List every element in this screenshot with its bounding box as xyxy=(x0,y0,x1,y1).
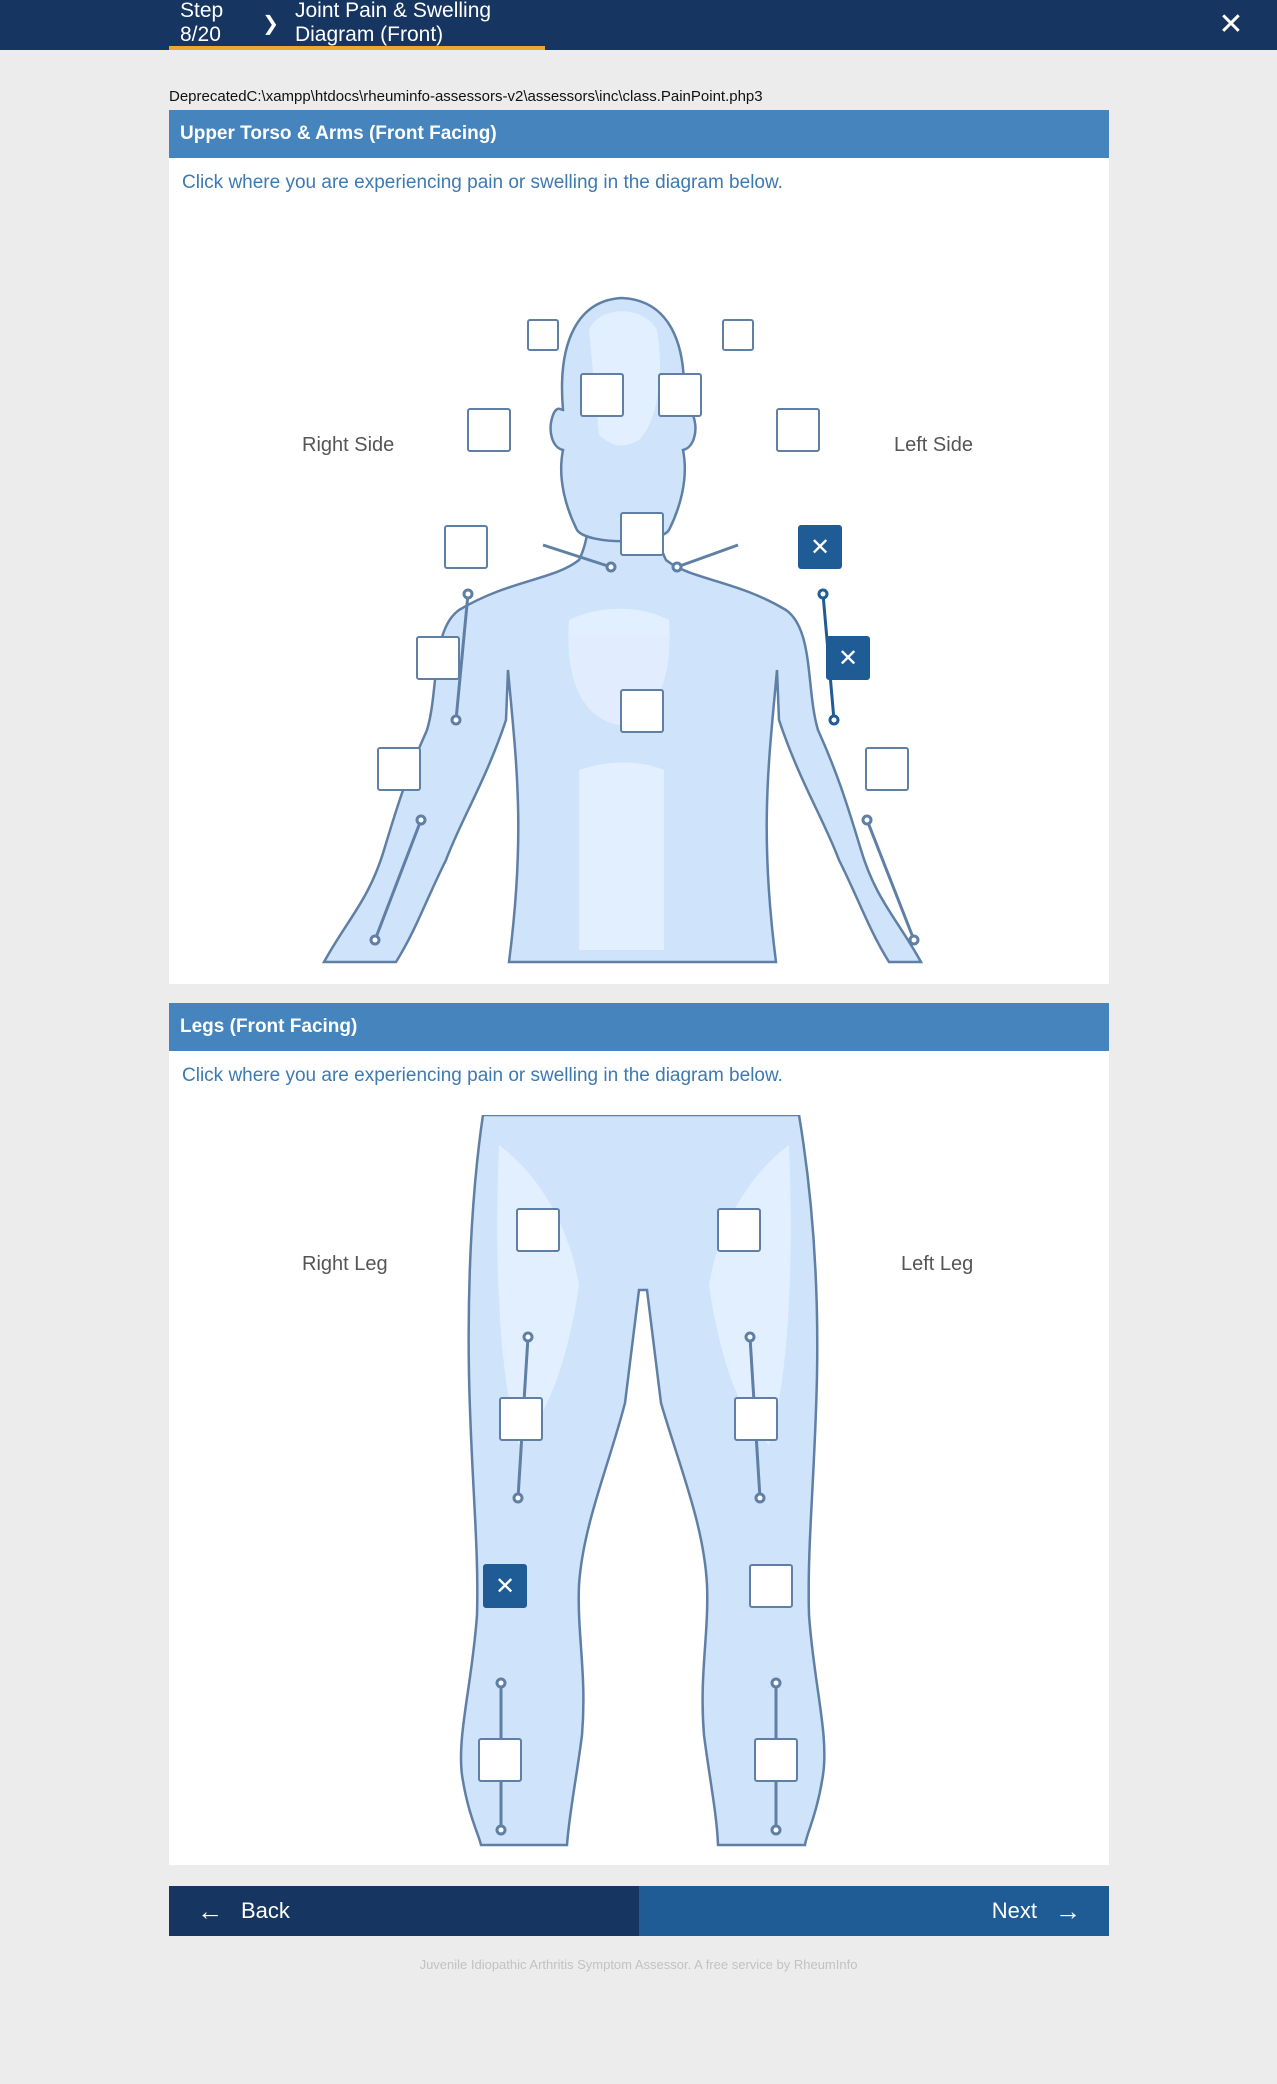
pain-point-right-shoulder[interactable] xyxy=(467,408,511,452)
legs-panel-title: Legs (Front Facing) xyxy=(169,1003,1109,1051)
next-label: Next xyxy=(991,1898,1037,1923)
upper-torso-panel: Upper Torso & Arms (Front Facing) Click … xyxy=(169,110,1109,984)
pain-point-sternum[interactable] xyxy=(620,512,664,556)
pain-point-left-elbow[interactable]: ✕ xyxy=(826,636,870,680)
upper-instruction: Click where you are experiencing pain or… xyxy=(182,172,783,193)
pain-point-right-hip[interactable] xyxy=(516,1208,560,1252)
pain-point-left-upper-arm[interactable]: ✕ xyxy=(798,525,842,569)
back-label: Back xyxy=(241,1898,290,1923)
deprecated-notice: DeprecatedC:\xampp\htdocs\rheuminfo-asse… xyxy=(169,88,763,105)
legs-diagram: Right Leg Left Leg ✕ xyxy=(169,1115,1109,1865)
pain-point-right-thigh[interactable] xyxy=(499,1397,543,1441)
pain-point-right-elbow[interactable] xyxy=(416,636,460,680)
pain-point-left-knee[interactable] xyxy=(749,1564,793,1608)
arrow-right-icon: → xyxy=(1055,1895,1081,1926)
pain-point-left-forearm[interactable] xyxy=(865,747,909,791)
pain-point-left-shoulder[interactable] xyxy=(776,408,820,452)
page-title: Joint Pain & Swelling Diagram (Front) xyxy=(294,0,492,46)
pain-point-abdomen[interactable] xyxy=(620,689,664,733)
back-button[interactable]: ← Back xyxy=(169,1886,639,1936)
check-x-icon: ✕ xyxy=(838,644,858,672)
chevron-right-icon: ❯ xyxy=(262,12,279,35)
pain-point-left-jaw[interactable] xyxy=(722,319,754,351)
check-x-icon: ✕ xyxy=(495,1572,515,1600)
breadcrumb: Step 8/20 ❯ Joint Pain & Swelling Diagra… xyxy=(169,0,545,50)
check-x-icon: ✕ xyxy=(810,533,830,561)
pain-point-left-collarbone[interactable] xyxy=(658,373,702,417)
close-icon[interactable]: ✕ xyxy=(1215,9,1247,41)
pain-point-left-shin[interactable] xyxy=(754,1738,798,1782)
pain-point-left-hip[interactable] xyxy=(717,1208,761,1252)
legs-figure: ✕ xyxy=(459,1115,826,1847)
upper-body-figure: ✕✕ xyxy=(321,296,924,964)
pain-point-left-thigh[interactable] xyxy=(734,1397,778,1441)
legs-instruction: Click where you are experiencing pain or… xyxy=(182,1065,783,1086)
footer-text: Juvenile Idiopathic Arthritis Symptom As… xyxy=(419,1957,858,1972)
upper-body-diagram: Right Side Left Side ✕ ✕ xyxy=(169,210,1109,984)
pain-point-right-upper-arm[interactable] xyxy=(444,525,488,569)
pain-point-right-jaw[interactable] xyxy=(527,319,559,351)
arrow-left-icon: ← xyxy=(197,1895,223,1926)
top-bar: Step 8/20 ❯ Joint Pain & Swelling Diagra… xyxy=(0,0,1277,50)
step-indicator: Step 8/20 xyxy=(180,0,224,46)
bottom-nav: ← Back Next → xyxy=(169,1886,1109,1936)
upper-panel-title: Upper Torso & Arms (Front Facing) xyxy=(169,110,1109,158)
pain-point-right-forearm[interactable] xyxy=(377,747,421,791)
next-button[interactable]: Next → xyxy=(639,1886,1109,1936)
pain-point-right-shin[interactable] xyxy=(478,1738,522,1782)
pain-point-right-collarbone[interactable] xyxy=(580,373,624,417)
pain-point-right-knee[interactable]: ✕ xyxy=(483,1564,527,1608)
legs-panel: Legs (Front Facing) Click where you are … xyxy=(169,1003,1109,1865)
